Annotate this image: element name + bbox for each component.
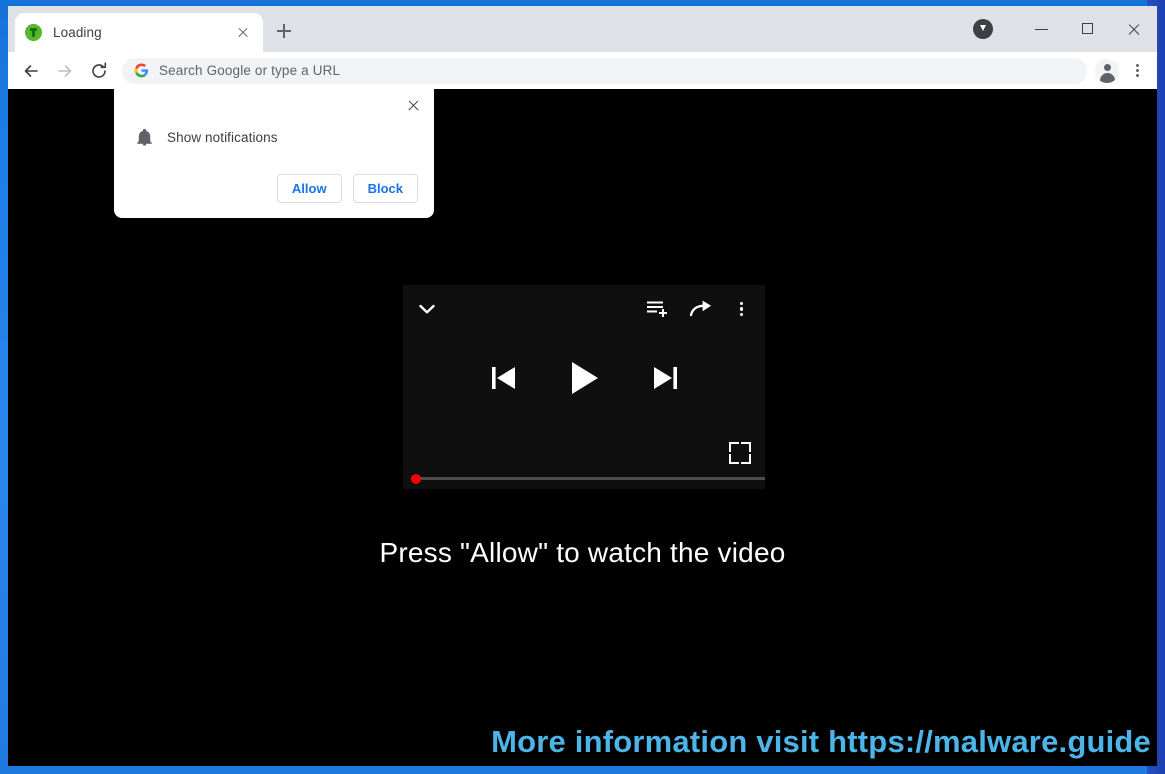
chrome-browser-window: Loading Search Google or type a URL Show… [8,6,1157,766]
watermark-text: More information visit https://malware.g… [491,724,1151,759]
download-circle-icon[interactable] [973,19,993,39]
three-dots-vertical-icon[interactable] [729,297,753,321]
block-button[interactable]: Block [352,174,418,203]
browser-tab[interactable]: Loading [15,13,263,52]
chevron-down-icon[interactable] [415,297,439,321]
player-top-bar [403,285,765,333]
permission-actions: Allow Block [276,174,418,203]
browser-toolbar: Search Google or type a URL [8,52,1157,89]
google-g-icon [134,63,149,78]
bell-icon [137,128,152,146]
three-dots-vertical-icon[interactable] [1123,57,1151,85]
permission-label: Show notifications [167,129,278,145]
plus-icon[interactable] [271,18,297,44]
progress-bar[interactable] [411,473,765,484]
notification-permission-dialog: Show notifications Allow Block [114,89,434,218]
maximize-icon[interactable] [1065,13,1111,45]
video-player [403,285,765,489]
omnibox-placeholder: Search Google or type a URL [159,63,341,78]
person-avatar-icon[interactable] [1095,58,1119,83]
tab-title: Loading [53,25,102,40]
page-headline: Press "Allow" to watch the video [379,537,786,568]
player-transport-controls [403,355,765,401]
tab-strip: Loading [8,6,1157,52]
close-icon[interactable] [1111,13,1157,45]
green-circle-favicon [25,24,42,41]
page-viewport: Show notifications Allow Block Press "Al… [8,89,1157,766]
arrow-left-icon[interactable] [14,54,48,88]
skip-next-icon[interactable] [652,363,679,393]
progress-knob[interactable] [411,473,421,484]
close-icon[interactable] [233,23,253,43]
skip-previous-icon[interactable] [490,363,517,393]
desktop-frame: Loading Search Google or type a URL Show… [0,0,1165,774]
reload-icon[interactable] [82,54,116,88]
permission-request-row: Show notifications [136,128,278,146]
add-to-queue-icon[interactable] [645,297,669,321]
fullscreen-icon[interactable] [729,442,751,464]
close-icon[interactable] [403,96,423,116]
minimize-icon[interactable] [1019,13,1065,45]
window-controls [973,6,1157,52]
arrow-right-icon[interactable] [48,54,82,88]
play-icon[interactable] [569,360,600,396]
share-arrow-icon[interactable] [689,297,713,321]
search-input[interactable]: Search Google or type a URL [122,57,1087,84]
allow-button[interactable]: Allow [276,174,342,203]
